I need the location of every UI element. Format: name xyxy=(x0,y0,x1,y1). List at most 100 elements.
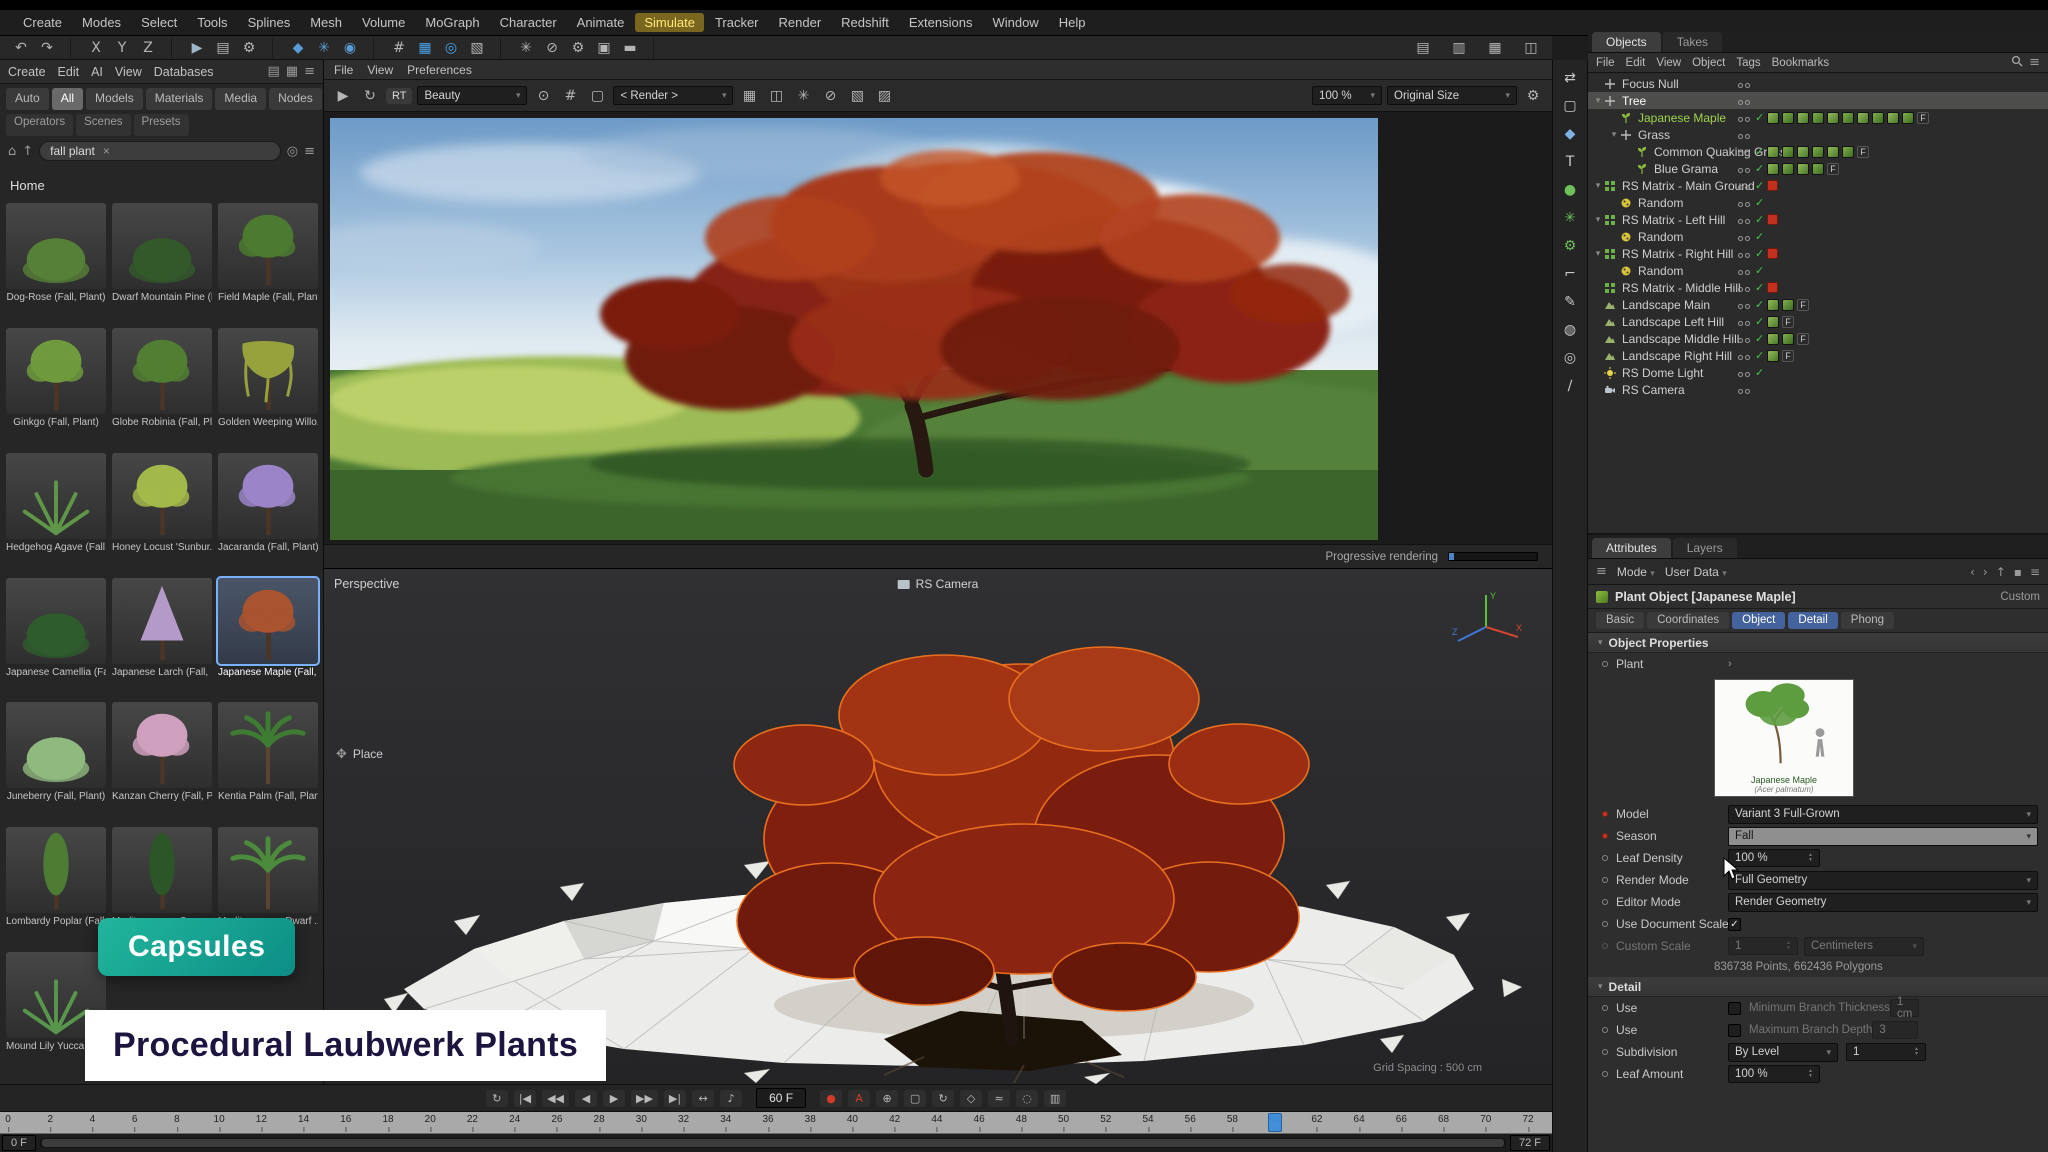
asset-kentia-palm-fall-plant[interactable]: Kentia Palm (Fall, Plant) xyxy=(218,702,318,821)
om-item-rs-matrix-main-ground[interactable]: ▾RS Matrix - Main Ground✓ xyxy=(1588,177,2048,194)
material-tag[interactable] xyxy=(1797,112,1809,124)
layout-quad-icon[interactable]: ▦ xyxy=(1484,38,1506,58)
quantize-icon[interactable]: ▦ xyxy=(414,38,436,58)
asset-japanese-larch-fall[interactable]: Japanese Larch (Fall, ... xyxy=(112,578,212,697)
om-tab-objects[interactable]: Objects xyxy=(1592,32,1661,52)
attr-menu-icon[interactable]: ≡ xyxy=(2030,565,2040,579)
knife-icon[interactable]: ∕ xyxy=(1557,374,1583,398)
attr-tab-detail[interactable]: Detail xyxy=(1788,612,1837,629)
ab-menu-ai[interactable]: AI xyxy=(91,65,103,79)
om-item-focus-null[interactable]: Focus Null xyxy=(1588,75,2048,92)
asset-kanzan-cherry-fall-pl[interactable]: Kanzan Cherry (Fall, Pl... xyxy=(112,702,212,821)
object-properties-header[interactable]: ▾Object Properties xyxy=(1588,633,2048,653)
menu-animate[interactable]: Animate xyxy=(568,13,634,32)
visibility-toggles[interactable] xyxy=(1738,332,1752,346)
collapse-arrow-icon[interactable]: ▾ xyxy=(1608,129,1620,140)
attr-panel-tab-layers[interactable]: Layers xyxy=(1673,538,1737,558)
material-tag[interactable] xyxy=(1812,146,1824,158)
visibility-toggles[interactable] xyxy=(1738,145,1752,159)
snapshot-icon[interactable]: ▦ xyxy=(738,86,760,106)
asset-dog-rose-fall-plant[interactable]: Dog-Rose (Fall, Plant) xyxy=(6,203,106,322)
record-rotation-icon[interactable]: ↻ xyxy=(932,1090,954,1107)
up-hierarchy-icon[interactable]: ↑ xyxy=(1996,565,2006,579)
enabled-check-icon[interactable]: ✓ xyxy=(1755,247,1764,260)
timeline-scrollbar[interactable] xyxy=(40,1138,1506,1148)
menu-splines[interactable]: Splines xyxy=(239,13,300,32)
enabled-check-icon[interactable]: ✓ xyxy=(1755,179,1764,192)
max-branch-depth-field[interactable]: 3 xyxy=(1872,1021,1918,1039)
leaf-density-field[interactable]: 100 %▲▼ xyxy=(1728,849,1820,867)
detail-header[interactable]: ▾Detail xyxy=(1588,977,2048,997)
ipr-menu-view[interactable]: View xyxy=(367,63,393,77)
mograph-icon[interactable]: ✳ xyxy=(515,38,537,58)
subdivision-level-field[interactable]: 1▲▼ xyxy=(1846,1043,1926,1061)
material-tag[interactable] xyxy=(1797,163,1809,175)
attr-tab-basic[interactable]: Basic xyxy=(1596,612,1644,629)
menu-simulate[interactable]: Simulate xyxy=(635,13,704,32)
flag-tag[interactable]: F xyxy=(1917,112,1929,124)
render-source-dropdown[interactable]: < Render >▾ xyxy=(613,86,733,105)
om-item-landscape-main[interactable]: Landscape Main✓F xyxy=(1588,296,2048,313)
dynamics-gear-icon[interactable]: ⚙ xyxy=(1557,234,1583,258)
om-item-rs-dome-light[interactable]: RS Dome Light✓ xyxy=(1588,364,2048,381)
om-tab-takes[interactable]: Takes xyxy=(1663,32,1722,52)
material-tag[interactable] xyxy=(1842,146,1854,158)
range-end-field[interactable]: 72 F xyxy=(1510,1135,1550,1151)
enabled-check-icon[interactable]: ✓ xyxy=(1755,281,1764,294)
visibility-toggles[interactable] xyxy=(1738,77,1752,91)
redshift-object-tag[interactable] xyxy=(1767,180,1778,191)
region-icon[interactable]: ▢ xyxy=(586,86,608,106)
material-tag[interactable] xyxy=(1782,299,1794,311)
om-menu-edit[interactable]: Edit xyxy=(1626,57,1646,69)
material-tag[interactable] xyxy=(1872,112,1884,124)
fit-timeline-icon[interactable]: ↔ xyxy=(692,1090,714,1107)
filter-tab-auto[interactable]: Auto xyxy=(6,88,49,110)
om-item-japanese-maple[interactable]: Japanese Maple✓F xyxy=(1588,109,2048,126)
material-tag[interactable] xyxy=(1782,163,1794,175)
grid-view-icon[interactable]: ▦ xyxy=(286,64,298,79)
om-item-blue-grama[interactable]: Blue Grama✓F xyxy=(1588,160,2048,177)
collapse-arrow-icon[interactable]: ▾ xyxy=(1592,248,1604,259)
spline-pen-icon[interactable]: ✎ xyxy=(1557,290,1583,314)
ipr-menu-file[interactable]: File xyxy=(334,63,353,77)
go-to-start-button[interactable]: |◀ xyxy=(514,1090,536,1107)
asset-hedgehog-agave-fall[interactable]: Hedgehog Agave (Fall... xyxy=(6,453,106,572)
collapse-arrow-icon[interactable]: ▾ xyxy=(1592,214,1604,225)
enabled-check-icon[interactable]: ✓ xyxy=(1755,162,1764,175)
render-settings-button[interactable]: ⚙ xyxy=(238,38,260,58)
layout-custom-icon[interactable]: ◫ xyxy=(1520,38,1542,58)
use-document-scale-checkbox[interactable]: ✓ xyxy=(1728,918,1741,931)
lock-icon[interactable]: ▪ xyxy=(2014,565,2022,579)
asset-ginkgo-fall-plant[interactable]: Ginkgo (Fall, Plant) xyxy=(6,328,106,447)
visibility-toggles[interactable] xyxy=(1738,111,1752,125)
menu-tracker[interactable]: Tracker xyxy=(706,13,768,32)
use-max-branch-checkbox[interactable] xyxy=(1728,1024,1741,1037)
material-tag[interactable] xyxy=(1782,112,1794,124)
subdivision-dropdown[interactable]: By Level▾ xyxy=(1728,1043,1838,1062)
enabled-check-icon[interactable]: ✓ xyxy=(1755,213,1764,226)
redshift-object-tag[interactable] xyxy=(1767,214,1778,225)
menu-tools[interactable]: Tools xyxy=(188,13,236,32)
use-min-branch-checkbox[interactable] xyxy=(1728,1002,1741,1015)
measure-icon[interactable]: ⌐ xyxy=(1557,262,1583,286)
visibility-toggles[interactable] xyxy=(1738,162,1752,176)
menu-mograph[interactable]: MoGraph xyxy=(416,13,488,32)
render-region-button[interactable]: ▤ xyxy=(212,38,234,58)
render-mode-dropdown[interactable]: Full Geometry▾ xyxy=(1728,871,2038,890)
material-tag[interactable] xyxy=(1767,112,1779,124)
attr-panel-tab-attributes[interactable]: Attributes xyxy=(1592,538,1671,558)
asset-juneberry-fall-plant[interactable]: Juneberry (Fall, Plant) xyxy=(6,702,106,821)
loop-playback-icon[interactable]: ↻ xyxy=(486,1090,508,1107)
enabled-check-icon[interactable]: ✓ xyxy=(1755,230,1764,243)
enabled-check-icon[interactable]: ✓ xyxy=(1755,111,1764,124)
material-tag[interactable] xyxy=(1902,112,1914,124)
menu-help[interactable]: Help xyxy=(1050,13,1095,32)
visibility-toggles[interactable] xyxy=(1738,281,1752,295)
key-dot[interactable] xyxy=(1602,661,1608,667)
record-parameter-icon[interactable]: ◇ xyxy=(960,1090,982,1107)
flag-tag[interactable]: F xyxy=(1797,299,1809,311)
collapse-arrow-icon[interactable]: ▾ xyxy=(1592,95,1604,106)
menu-redshift[interactable]: Redshift xyxy=(832,13,898,32)
visibility-toggles[interactable] xyxy=(1738,128,1752,142)
enabled-check-icon[interactable]: ✓ xyxy=(1755,315,1764,328)
